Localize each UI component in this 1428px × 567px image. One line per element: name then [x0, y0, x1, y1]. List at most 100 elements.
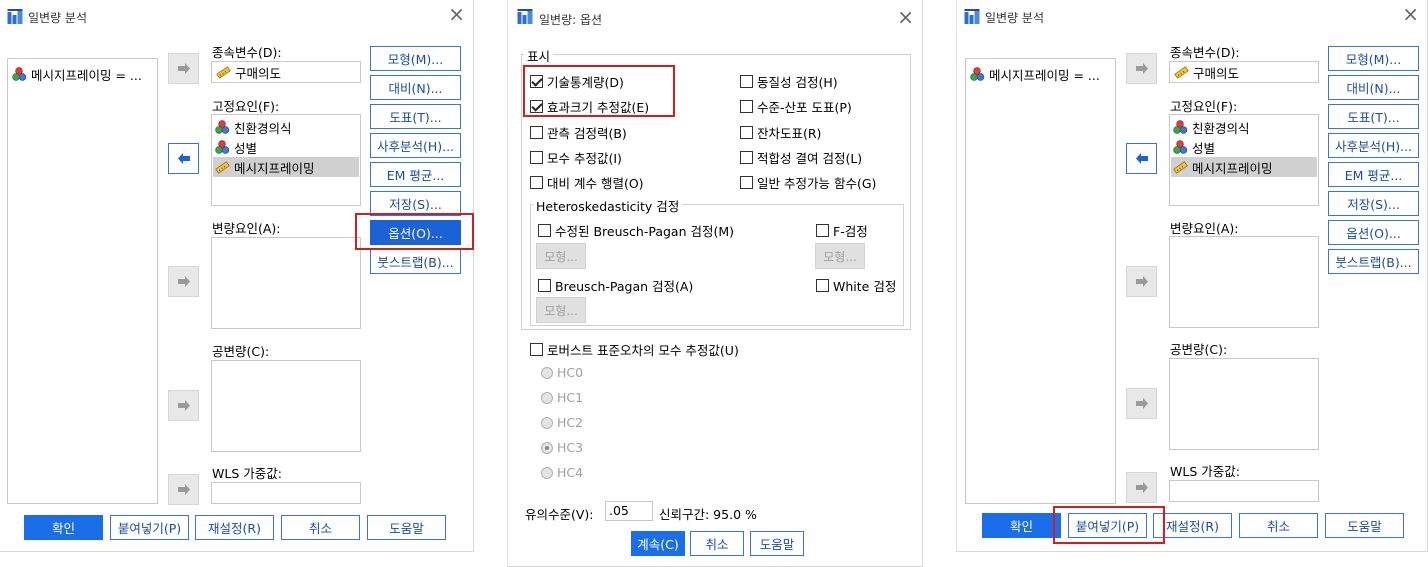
source-variable-list[interactable]: 메시지프레이밍 = ...: [965, 58, 1116, 504]
radio-dot: [541, 416, 553, 429]
paste-button[interactable]: 붙여넣기(P): [110, 515, 189, 540]
post-hoc-button[interactable]: 사후분석(H)...: [370, 133, 461, 158]
spread-level-plot-checkbox[interactable]: 수준-산포 도표(P): [740, 97, 852, 116]
dependent-label: 종속변수(D):: [212, 45, 282, 60]
cancel-button[interactable]: 취소: [1239, 513, 1318, 538]
dialog-title: 일변량: 옵션: [539, 13, 603, 27]
nominal-icon: [970, 66, 985, 81]
residual-plot-checkbox[interactable]: 잔차도표(R): [740, 123, 821, 142]
help-button[interactable]: 도움말: [750, 531, 804, 556]
options-button[interactable]: 옵션(O)...: [1328, 220, 1419, 245]
bootstrap-button[interactable]: 붓스트랩(B)...: [370, 249, 461, 274]
move-wls-button[interactable]: [168, 474, 199, 505]
help-button[interactable]: 도움말: [1325, 513, 1404, 538]
dependent-field[interactable]: 구매의도: [1169, 61, 1319, 83]
reset-button[interactable]: 재설정(R): [195, 515, 274, 540]
post-hoc-button[interactable]: 사후분석(H)...: [1328, 133, 1419, 158]
cancel-button[interactable]: 취소: [281, 515, 360, 540]
list-item[interactable]: 메시지프레이밍 = ...: [968, 64, 1100, 84]
hc1-radio[interactable]: HC1: [541, 390, 583, 405]
hetero-group-title: Heteroskedasticity 검정: [533, 196, 683, 215]
wls-field[interactable]: [1169, 480, 1319, 502]
dependent-value: 구매의도: [214, 62, 281, 82]
help-button[interactable]: 도움말: [367, 515, 446, 540]
em-means-button[interactable]: EM 평균...: [1328, 162, 1419, 187]
dependent-field[interactable]: 구매의도: [211, 61, 361, 83]
continue-button[interactable]: 계속(C): [631, 531, 685, 556]
wls-field[interactable]: [211, 482, 361, 504]
wls-label: WLS 가중값:: [212, 466, 282, 481]
move-random-factor-button[interactable]: [168, 266, 199, 297]
move-fixed-factor-button[interactable]: [168, 143, 199, 174]
ok-button[interactable]: 확인: [982, 513, 1061, 538]
confidence-interval-text: 신뢰구간: 95.0 %: [659, 507, 757, 522]
robust-se-checkbox[interactable]: 로버스트 표준오차의 모수 추정값(U): [530, 340, 739, 359]
model-button-disabled: 모형...: [536, 243, 586, 269]
nominal-icon: [215, 119, 230, 134]
move-covariate-button[interactable]: [1126, 388, 1157, 419]
hc2-radio[interactable]: HC2: [541, 415, 583, 430]
covariate-list[interactable]: [211, 360, 361, 452]
arrow-left-icon: [177, 153, 190, 164]
bootstrap-button[interactable]: 붓스트랩(B)...: [1328, 249, 1419, 274]
lack-of-fit-checkbox[interactable]: 적합성 결여 검정(L): [740, 148, 862, 167]
hc0-radio[interactable]: HC0: [541, 365, 583, 380]
homogeneity-test-checkbox[interactable]: 동질성 검정(H): [740, 72, 838, 91]
move-wls-button[interactable]: [1126, 472, 1157, 503]
nominal-icon: [12, 66, 27, 81]
radio-dot: [541, 391, 553, 404]
parameter-estimates-checkbox[interactable]: 모수 추정값(I): [530, 148, 622, 167]
close-icon[interactable]: ×: [1402, 4, 1419, 24]
display-group-title: 표시: [524, 46, 554, 65]
fixed-factor-list[interactable]: 친환경의식 성별 메시지프레이밍: [1169, 114, 1319, 206]
source-variable-list[interactable]: 메시지프레이밍 = ...: [7, 58, 158, 504]
radio-dot-selected: [541, 441, 553, 454]
move-dependent-button[interactable]: [168, 53, 199, 84]
significance-input[interactable]: .05: [605, 501, 653, 521]
contrast-matrix-checkbox[interactable]: 대비 계수 행렬(O): [530, 173, 644, 192]
random-factor-list[interactable]: [211, 237, 361, 329]
arrow-left-icon: [1135, 153, 1148, 164]
cancel-button[interactable]: 취소: [690, 531, 744, 556]
app-logo-icon: [517, 9, 533, 24]
plots-button[interactable]: 도표(T)...: [370, 104, 461, 129]
bp-checkbox[interactable]: Breusch-Pagan 검정(A): [538, 276, 693, 295]
white-test-checkbox[interactable]: White 검정: [816, 276, 896, 295]
list-item[interactable]: 성별: [1171, 137, 1215, 157]
list-item[interactable]: 친환경의식: [213, 117, 292, 137]
arrow-right-icon: [1135, 482, 1148, 493]
list-item[interactable]: 친환경의식: [1171, 117, 1250, 137]
app-logo-icon: [964, 9, 980, 24]
move-fixed-factor-button[interactable]: [1126, 143, 1157, 174]
close-icon[interactable]: ×: [448, 4, 465, 24]
contrast-button[interactable]: 대비(N)...: [370, 75, 461, 100]
model-button[interactable]: 모형(M)...: [370, 46, 461, 71]
random-factor-list[interactable]: [1169, 236, 1319, 328]
covariate-list[interactable]: [1169, 358, 1319, 450]
f-test-checkbox[interactable]: F-검정: [816, 221, 868, 240]
fixed-factor-label: 고정요인(F):: [1170, 99, 1238, 114]
list-item[interactable]: 메시지프레이밍 = ...: [10, 64, 142, 84]
list-item-selected[interactable]: 메시지프레이밍: [1171, 157, 1317, 177]
scale-icon: [1174, 65, 1189, 79]
move-random-factor-button[interactable]: [1126, 266, 1157, 297]
ok-button[interactable]: 확인: [24, 515, 103, 540]
close-icon[interactable]: ×: [897, 7, 914, 27]
checkbox-box: [530, 151, 543, 164]
model-button[interactable]: 모형(M)...: [1328, 46, 1419, 71]
move-covariate-button[interactable]: [168, 390, 199, 421]
modified-bp-checkbox[interactable]: 수정된 Breusch-Pagan 검정(M): [538, 221, 734, 240]
list-item-selected[interactable]: 메시지프레이밍: [213, 157, 359, 177]
list-item[interactable]: 성별: [213, 137, 257, 157]
general-estimable-checkbox[interactable]: 일반 추정가능 함수(G): [740, 173, 876, 192]
arrow-right-icon: [1135, 276, 1148, 287]
fixed-factor-list[interactable]: 친환경의식 성별 메시지프레이밍: [211, 114, 361, 206]
hc4-radio[interactable]: HC4: [541, 465, 583, 480]
observed-power-checkbox[interactable]: 관측 검정력(B): [530, 123, 627, 142]
contrast-button[interactable]: 대비(N)...: [1328, 75, 1419, 100]
plots-button[interactable]: 도표(T)...: [1328, 104, 1419, 129]
hc3-radio[interactable]: HC3: [541, 440, 583, 455]
move-dependent-button[interactable]: [1126, 53, 1157, 84]
save-button[interactable]: 저장(S)...: [1328, 191, 1419, 216]
em-means-button[interactable]: EM 평균...: [370, 162, 461, 187]
